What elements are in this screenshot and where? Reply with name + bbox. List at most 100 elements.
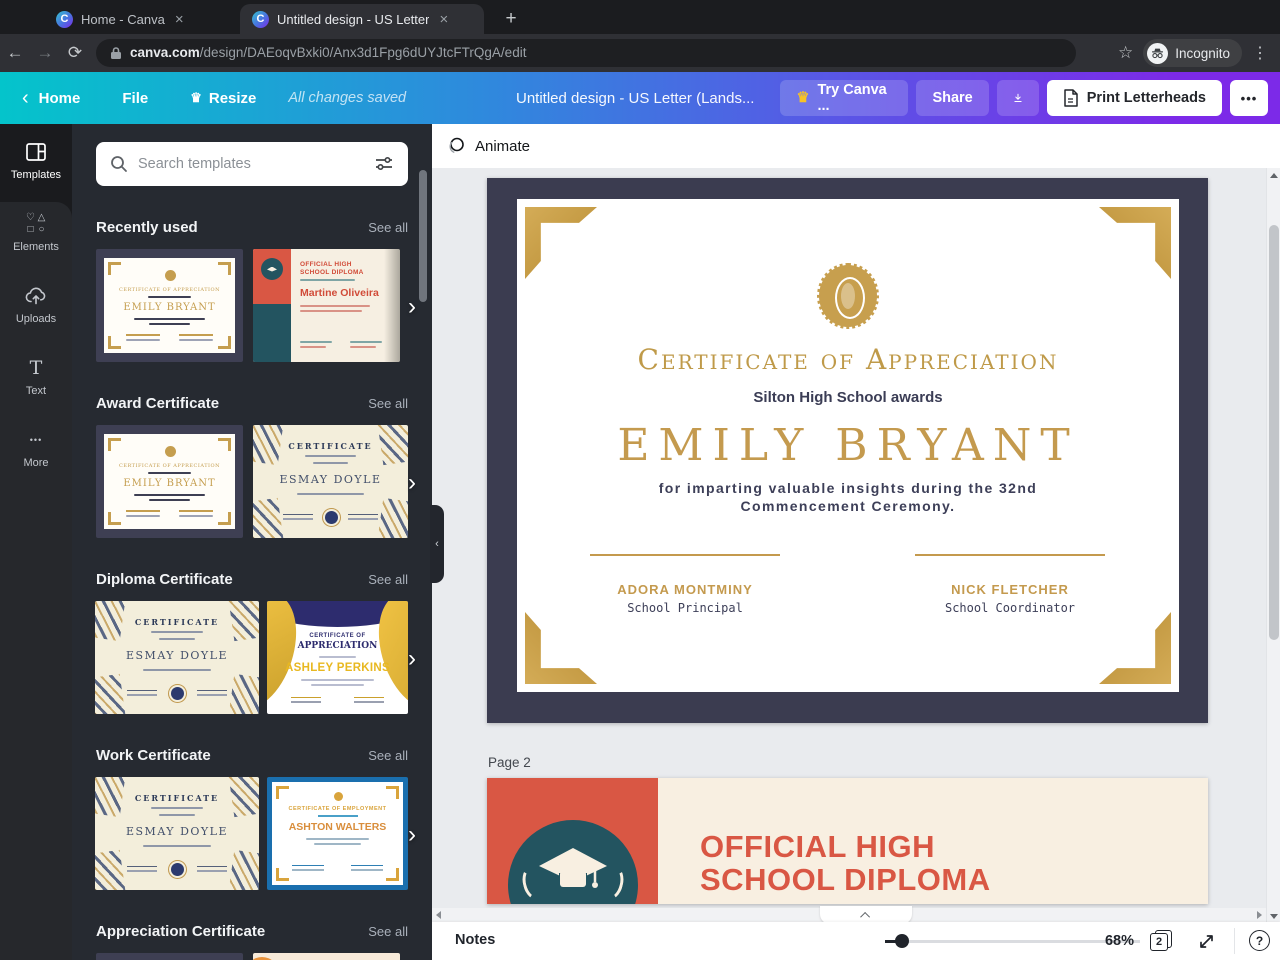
back-icon[interactable]: ←	[0, 43, 30, 63]
template-thumb-martine-oliveira[interactable]: OFFICIAL HIGH SCHOOL DIPLOMA Martine Oli…	[253, 249, 400, 362]
sidebar-item-label: Uploads	[15, 312, 57, 325]
download-icon	[1014, 93, 1022, 102]
graduation-cap-icon	[539, 848, 607, 891]
carousel-next-icon[interactable]: ›	[408, 645, 416, 673]
sidebar-item-label: Elements	[13, 240, 59, 253]
crown-icon: ♛	[190, 90, 202, 105]
scroll-up-icon[interactable]	[1270, 173, 1278, 178]
header-overflow-button[interactable]: •••	[1230, 80, 1268, 116]
bookmark-star-icon[interactable]: ☆	[1118, 43, 1133, 63]
section-diploma-certificate: Diploma Certificate See all CERTIFICATE …	[72, 571, 432, 714]
template-thumb-esmay-doyle[interactable]: CERTIFICATE ESMAY DOYLE	[253, 425, 408, 538]
template-carousel: CERTIFICATE OF APPRECIATION EMILY BRYANT…	[72, 249, 432, 362]
section-title: Work Certificate	[96, 747, 211, 764]
browser-menu-icon[interactable]: ⋮	[1252, 43, 1268, 63]
section-title: Diploma Certificate	[96, 571, 233, 588]
browser-tab-design[interactable]: C Untitled design - US Letter ×	[240, 4, 484, 34]
download-button[interactable]	[996, 80, 1039, 116]
tab-title: Home - Canva	[81, 11, 165, 27]
vertical-scroll-thumb[interactable]	[1269, 225, 1279, 640]
scroll-down-icon[interactable]	[1270, 914, 1278, 919]
see-all-link[interactable]: See all	[368, 396, 408, 411]
laurel-seal-icon	[817, 263, 879, 329]
print-letterheads-button[interactable]: Print Letterheads	[1046, 80, 1222, 116]
design-title[interactable]: Untitled design - US Letter (Lands...	[516, 90, 754, 107]
panel-scrollbar[interactable]	[419, 170, 427, 302]
scroll-right-icon[interactable]	[1257, 911, 1262, 919]
carousel-next-icon[interactable]: ›	[408, 293, 416, 321]
template-thumb-partial[interactable]	[96, 953, 243, 960]
browser-navbar: ← → ⟳ canva.com/design/DAEoqvBxki0/Anx3d…	[0, 34, 1280, 72]
see-all-link[interactable]: See all	[368, 572, 408, 587]
forward-icon[interactable]: →	[30, 43, 60, 63]
sidebar-item-uploads[interactable]: Uploads	[0, 268, 72, 340]
diploma-title[interactable]: OFFICIAL HIGH SCHOOL DIPLOMA	[700, 830, 991, 896]
gold-corner-ornament	[1099, 207, 1171, 279]
sidebar-item-label: Text	[25, 384, 47, 397]
design-page-2[interactable]: OFFICIAL HIGH SCHOOL DIPLOMA	[487, 778, 1208, 904]
design-viewport[interactable]: Certificate of Appreciation Silton High …	[432, 168, 1280, 960]
template-carousel: CERTIFICATE OF	[72, 953, 432, 960]
template-thumb-emily-bryant[interactable]: CERTIFICATE OF APPRECIATION EMILY BRYANT	[96, 249, 243, 362]
sidebar-item-more[interactable]: ••• More	[0, 412, 72, 484]
carousel-next-icon[interactable]: ›	[408, 469, 416, 497]
reload-icon[interactable]: ⟳	[60, 43, 90, 63]
home-button[interactable]: Home	[31, 90, 115, 107]
incognito-badge: Incognito	[1143, 39, 1242, 67]
notes-button[interactable]: Notes	[455, 932, 495, 948]
upload-cloud-icon	[24, 284, 48, 308]
share-button[interactable]: Share	[916, 80, 989, 116]
file-menu-button[interactable]: File	[114, 90, 182, 107]
section-recently-used: Recently used See all CERTIFICATE OF APP…	[72, 219, 432, 362]
certificate-subtitle[interactable]: Silton High School awards	[517, 389, 1179, 406]
try-canva-button[interactable]: ♛ Try Canva ...	[780, 80, 909, 116]
context-toolbar: Animate	[432, 124, 1280, 168]
help-button[interactable]: ?	[1249, 930, 1270, 951]
see-all-link[interactable]: See all	[368, 220, 408, 235]
zoom-slider-knob[interactable]	[895, 934, 909, 948]
lock-icon	[111, 47, 121, 59]
templates-panel: Recently used See all CERTIFICATE OF APP…	[72, 124, 432, 960]
more-dots-icon: •••	[29, 434, 43, 445]
certificate-body-text[interactable]: for imparting valuable insights during t…	[517, 479, 1179, 515]
url-bar[interactable]: canva.com/design/DAEoqvBxki0/Anx3d1Fpg6d…	[96, 39, 1076, 67]
scroll-left-icon[interactable]	[436, 911, 441, 919]
close-icon[interactable]: ×	[437, 10, 450, 29]
signature-block-right[interactable]: NICK FLETCHER School Coordinator	[915, 554, 1105, 615]
back-chevron-icon[interactable]: ‹	[0, 87, 31, 110]
template-thumb-emily-bryant[interactable]: CERTIFICATE OF APPRECIATION EMILY BRYANT	[96, 425, 243, 538]
gold-corner-ornament	[1099, 612, 1171, 684]
template-thumb-partial[interactable]: CERTIFICATE OF	[253, 953, 400, 960]
template-thumb-esmay-doyle[interactable]: CERTIFICATE ESMAY DOYLE	[95, 601, 259, 714]
section-award-certificate: Award Certificate See all CERTIFICATE OF…	[72, 395, 432, 538]
see-all-link[interactable]: See all	[368, 924, 408, 939]
panel-collapse-handle[interactable]: ‹	[430, 505, 444, 583]
sidebar-item-elements[interactable]: ♡ △ □ ○ Elements	[0, 196, 72, 268]
sidebar-item-templates[interactable]: Templates	[0, 124, 72, 196]
templates-icon	[25, 140, 47, 164]
search-input[interactable]	[138, 156, 364, 172]
gold-corner-ornament	[525, 612, 597, 684]
design-page-1[interactable]: Certificate of Appreciation Silton High …	[487, 178, 1208, 723]
page-manager-button[interactable]: 2	[1150, 930, 1174, 952]
filter-icon[interactable]	[374, 155, 394, 173]
template-thumb-esmay-doyle[interactable]: CERTIFICATE ESMAY DOYLE	[95, 777, 259, 890]
signature-block-left[interactable]: ADORA MONTMINY School Principal	[590, 554, 780, 615]
animate-button[interactable]: Animate	[475, 138, 530, 155]
template-thumb-ashton-walters[interactable]: CERTIFICATE OF EMPLOYMENT ASHTON WALTERS	[267, 777, 408, 890]
section-title: Appreciation Certificate	[96, 923, 266, 940]
certificate-title[interactable]: Certificate of Appreciation	[517, 343, 1179, 376]
close-icon[interactable]: ×	[173, 10, 186, 29]
vertical-scrollbar[interactable]	[1266, 168, 1280, 924]
sidebar-item-text[interactable]: T Text	[0, 340, 72, 412]
url-text: canva.com/design/DAEoqvBxki0/Anx3d1Fpg6d…	[130, 45, 527, 60]
zoom-level[interactable]: 68%	[1079, 933, 1134, 949]
resize-button[interactable]: ♛ Resize	[182, 90, 264, 107]
carousel-next-icon[interactable]: ›	[408, 821, 416, 849]
new-tab-button[interactable]: +	[498, 6, 524, 32]
see-all-link[interactable]: See all	[368, 748, 408, 763]
template-thumb-ashley-perkins[interactable]: CERTIFICATE OF APPRECIATION ASHLEY PERKI…	[267, 601, 408, 714]
browser-tab-home[interactable]: C Home - Canva ×	[44, 4, 238, 34]
fullscreen-icon[interactable]	[1197, 932, 1216, 951]
certificate-recipient-name[interactable]: EMILY BRYANT	[517, 420, 1179, 471]
